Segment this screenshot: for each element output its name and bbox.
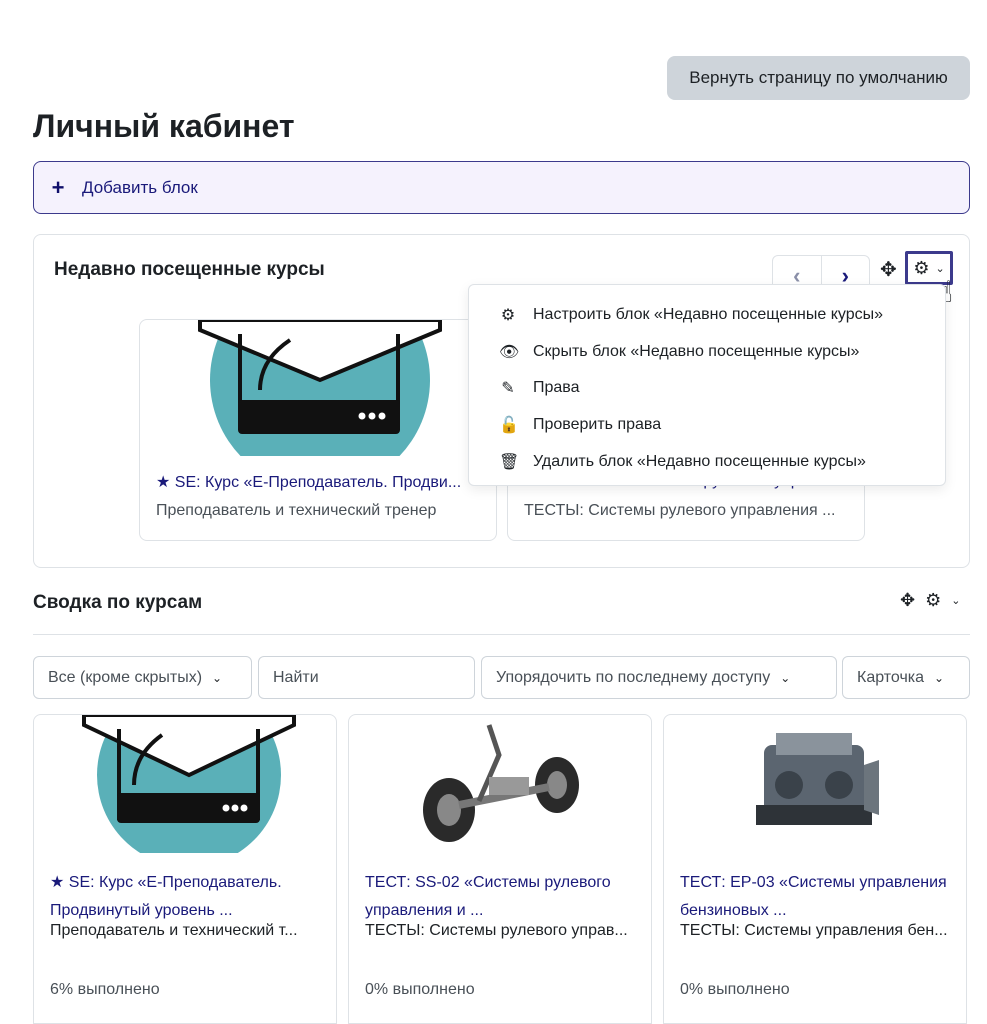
divider bbox=[33, 634, 970, 635]
search-input[interactable]: Найти bbox=[258, 656, 475, 699]
menu-item-check-permissions[interactable]: 🔓 Проверить права bbox=[499, 415, 661, 435]
block-actions-dropdown: ⚙ Настроить блок «Недавно посещенные кур… bbox=[468, 284, 946, 486]
recent-block-title: Недавно посещенные курсы bbox=[54, 259, 325, 280]
course-image bbox=[664, 715, 966, 853]
unlock-icon: 🔓 bbox=[499, 417, 519, 434]
menu-item-delete[interactable]: 🗑 Удалить блок «Недавно посещенные курсы… bbox=[499, 452, 866, 472]
recent-course-category: ТЕСТЫ: Системы рулевого управления ... bbox=[524, 502, 836, 519]
add-block-button[interactable]: + Добавить блок bbox=[33, 161, 970, 214]
chevron-down-icon[interactable]: ⌄ bbox=[951, 594, 960, 607]
recent-course-category: Преподаватель и технический тренер bbox=[156, 502, 437, 519]
page-title: Личный кабинет bbox=[33, 108, 295, 144]
menu-item-hide[interactable]: 👁 Скрыть блок «Недавно посещенные курсы» bbox=[499, 342, 859, 362]
course-card[interactable]: ★ SE: Курс «Е-Преподаватель. Продвинутый… bbox=[33, 714, 337, 1024]
course-progress: 0% выполнено bbox=[680, 981, 790, 998]
course-name[interactable]: ТЕСТ: SS-02 «Системы рулевого управления… bbox=[365, 869, 645, 925]
recent-course-name[interactable]: ★ SE: Курс «Е-Преподаватель. Продви... bbox=[156, 472, 461, 492]
move-icon[interactable]: ✥ bbox=[880, 257, 897, 282]
course-category: ТЕСТЫ: Системы управления бен... bbox=[680, 922, 948, 939]
chevron-down-icon: ⌄ bbox=[934, 670, 945, 685]
course-card[interactable]: ТЕСТ: EP-03 «Системы управления бензинов… bbox=[663, 714, 967, 1024]
view-select[interactable]: Карточка ⌄ bbox=[842, 656, 970, 699]
grouping-select[interactable]: Все (кроме скрытых) ⌄ bbox=[33, 656, 252, 699]
add-block-label: Добавить блок bbox=[82, 177, 198, 197]
chevron-down-icon: ⌄ bbox=[780, 670, 791, 685]
course-image bbox=[349, 715, 651, 853]
recent-course-card[interactable]: ★ SE: Курс «Е-Преподаватель. Продви... П… bbox=[139, 319, 497, 541]
course-name[interactable]: ★ SE: Курс «Е-Преподаватель. Продвинутый… bbox=[50, 869, 330, 925]
course-image bbox=[140, 320, 496, 456]
reset-page-button[interactable]: Вернуть страницу по умолчанию bbox=[667, 56, 970, 100]
gear-icon: ⚙ bbox=[913, 257, 930, 278]
sort-select[interactable]: Упорядочить по последнему доступу ⌄ bbox=[481, 656, 837, 699]
menu-item-permissions[interactable]: ✎ Права bbox=[499, 378, 579, 398]
gear-icon: ⚙ bbox=[500, 307, 516, 324]
menu-item-configure[interactable]: ⚙ Настроить блок «Недавно посещенные кур… bbox=[499, 305, 883, 325]
gear-icon[interactable]: ⚙ bbox=[925, 590, 941, 611]
edit-icon: ✎ bbox=[501, 380, 515, 397]
summary-controls: ✥ ⚙ ⌄ bbox=[900, 590, 960, 611]
trash-icon: 🗑 bbox=[499, 454, 520, 471]
course-name[interactable]: ТЕСТ: EP-03 «Системы управления бензинов… bbox=[680, 869, 960, 925]
star-icon: ★ bbox=[156, 474, 171, 491]
star-icon: ★ bbox=[50, 874, 65, 891]
course-category: Преподаватель и технический т... bbox=[50, 922, 298, 939]
course-card[interactable]: ТЕСТ: SS-02 «Системы рулевого управления… bbox=[348, 714, 652, 1024]
move-icon[interactable]: ✥ bbox=[900, 590, 915, 611]
chevron-down-icon: ⌄ bbox=[935, 262, 945, 275]
course-progress: 6% выполнено bbox=[50, 981, 160, 998]
course-image bbox=[34, 715, 336, 853]
summary-title: Сводка по курсам bbox=[33, 592, 203, 613]
eye-icon: 👁 bbox=[499, 344, 520, 361]
plus-icon: + bbox=[51, 174, 65, 200]
chevron-down-icon: ⌄ bbox=[212, 670, 223, 685]
course-category: ТЕСТЫ: Системы рулевого управ... bbox=[365, 922, 628, 939]
course-progress: 0% выполнено bbox=[365, 981, 475, 998]
